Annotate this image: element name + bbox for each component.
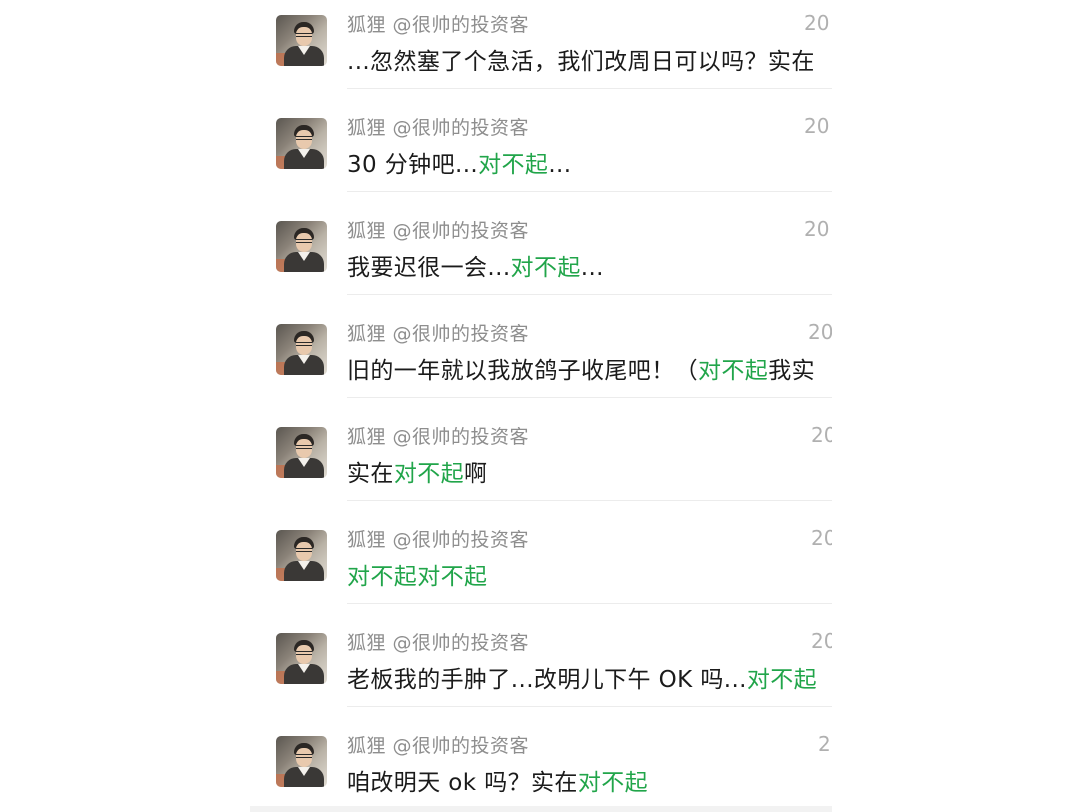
chat-search-results: 狐狸 @很帅的投资客 20 ...忽然塞了个急活，我们改周日可以吗？实在 狐狸 @很帅… <box>250 0 832 812</box>
message-preview: 30 分钟吧...对不起... <box>347 145 831 179</box>
avatar-part <box>296 548 312 552</box>
message-time: 20 <box>808 320 832 344</box>
avatar[interactable] <box>276 15 327 66</box>
bottom-edge <box>250 806 832 812</box>
message-time: 20 <box>811 629 832 653</box>
sender-name: 狐狸 @很帅的投资客 <box>347 220 530 242</box>
avatar[interactable] <box>276 427 327 478</box>
avatar-part <box>296 239 312 243</box>
message-preview: 对不起对不起 <box>347 557 831 591</box>
avatar[interactable] <box>276 633 327 684</box>
message-preview: 我要迟很一会...对不起... <box>347 248 831 282</box>
chat-result-row[interactable]: 狐狸 @很帅的投资客 20 旧的一年就以我放鸽子收尾吧！（对不起我实 <box>250 309 832 412</box>
message-time: 2 <box>818 732 831 756</box>
avatar[interactable] <box>276 530 327 581</box>
row-divider <box>347 191 832 192</box>
avatar-part <box>296 33 312 37</box>
chat-result-row[interactable]: 狐狸 @很帅的投资客 20 ...忽然塞了个急活，我们改周日可以吗？实在 <box>250 0 832 103</box>
avatar-part <box>296 136 312 140</box>
avatar-part <box>296 342 312 346</box>
avatar-part <box>296 754 312 758</box>
row-divider <box>347 500 832 501</box>
search-keyword-highlight: 对不起 <box>393 461 465 487</box>
sender-name: 狐狸 @很帅的投资客 <box>347 426 530 448</box>
row-divider <box>347 706 832 707</box>
row-divider <box>347 603 832 604</box>
message-text: 啊 <box>464 461 488 487</box>
chat-result-row[interactable]: 狐狸 @很帅的投资客 20 对不起对不起 <box>250 515 832 618</box>
message-text: ...忽然塞了个急活，我们改周日可以吗？实在 <box>347 49 815 75</box>
sender-name: 狐狸 @很帅的投资客 <box>347 117 530 139</box>
avatar-part <box>296 651 312 655</box>
row-divider <box>347 397 832 398</box>
search-keyword-highlight: 对不起对不起 <box>347 564 488 590</box>
search-keyword-highlight: 对不起 <box>577 770 649 796</box>
row-divider <box>347 294 832 295</box>
search-keyword-highlight: 对不起 <box>746 667 818 693</box>
avatar[interactable] <box>276 221 327 272</box>
message-text: ... <box>548 152 572 178</box>
message-text: 旧的一年就以我放鸽子收尾吧！（ <box>347 358 698 384</box>
search-keyword-highlight: 对不起 <box>510 255 581 281</box>
message-time: 20 <box>811 423 832 447</box>
row-divider <box>347 88 832 89</box>
message-time: 20 <box>804 217 830 241</box>
message-text: ... <box>580 255 604 281</box>
sender-name: 狐狸 @很帅的投资客 <box>347 14 530 36</box>
message-text: 咱改明天 ok 吗？实在 <box>347 770 578 796</box>
chat-result-row[interactable]: 狐狸 @很帅的投资客 20 我要迟很一会...对不起... <box>250 206 832 309</box>
message-time: 20 <box>804 11 830 35</box>
message-preview: 旧的一年就以我放鸽子收尾吧！（对不起我实 <box>347 351 831 385</box>
chat-result-row[interactable]: 狐狸 @很帅的投资客 2 咱改明天 ok 吗？实在对不起 <box>250 721 832 812</box>
sender-name: 狐狸 @很帅的投资客 <box>347 632 530 654</box>
sender-name: 狐狸 @很帅的投资客 <box>347 529 530 551</box>
message-preview: 咱改明天 ok 吗？实在对不起 <box>347 763 831 797</box>
chat-result-row[interactable]: 狐狸 @很帅的投资客 20 实在对不起啊 <box>250 412 832 515</box>
chat-result-row[interactable]: 狐狸 @很帅的投资客 20 老板我的手肿了...改明儿下午 OK 吗...对不起 <box>250 618 832 721</box>
message-time: 20 <box>804 114 830 138</box>
sender-name: 狐狸 @很帅的投资客 <box>347 735 530 757</box>
chat-result-row[interactable]: 狐狸 @很帅的投资客 20 30 分钟吧...对不起... <box>250 103 832 206</box>
message-preview: 老板我的手肿了...改明儿下午 OK 吗...对不起 <box>347 660 831 694</box>
message-text: 我要迟很一会... <box>347 255 511 281</box>
avatar[interactable] <box>276 736 327 787</box>
avatar-part <box>296 445 312 449</box>
message-preview: ...忽然塞了个急活，我们改周日可以吗？实在 <box>347 42 831 76</box>
message-text: 30 分钟吧... <box>347 152 479 178</box>
avatar[interactable] <box>276 118 327 169</box>
message-time: 20 <box>811 526 832 550</box>
avatar[interactable] <box>276 324 327 375</box>
message-preview: 实在对不起啊 <box>347 454 831 488</box>
search-keyword-highlight: 对不起 <box>478 152 549 178</box>
message-text: 我实 <box>768 358 816 384</box>
message-text: 实在 <box>347 461 394 487</box>
search-keyword-highlight: 对不起 <box>698 358 769 384</box>
sender-name: 狐狸 @很帅的投资客 <box>347 323 530 345</box>
message-text: 老板我的手肿了...改明儿下午 OK 吗... <box>347 667 747 693</box>
